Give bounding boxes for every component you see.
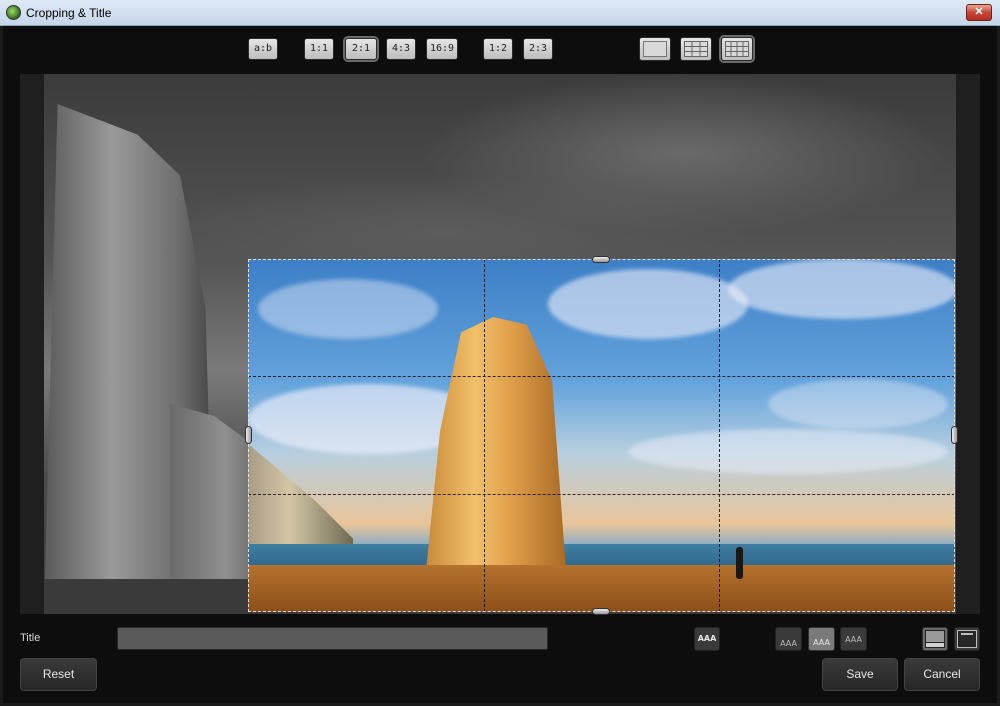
grid-line (248, 376, 955, 377)
grid-4x3-button[interactable] (721, 37, 753, 61)
title-below-icon (925, 630, 945, 648)
app-icon (6, 5, 21, 20)
text-position-bottom-button[interactable]: AAA (775, 627, 802, 651)
window-title: Cropping & Title (26, 6, 112, 20)
cloud (728, 259, 955, 319)
no-grid-button[interactable] (639, 37, 671, 61)
ratio-1-1-button[interactable]: 1:1 (304, 38, 334, 60)
text-style-button[interactable]: AAA (694, 627, 720, 651)
cloud (768, 379, 948, 429)
no-grid-icon (643, 41, 667, 57)
sea-stack-rock (426, 317, 566, 571)
ratio-16-9-button[interactable]: 16:9 (426, 38, 458, 60)
beach-sand (248, 565, 955, 612)
title-below-image-button[interactable] (922, 627, 948, 651)
reset-button[interactable]: Reset (20, 658, 97, 691)
cloud (628, 429, 948, 474)
grid-line (719, 259, 720, 612)
title-input[interactable] (117, 627, 548, 650)
grid-3x3-button[interactable] (680, 37, 712, 61)
title-overlay-icon (957, 630, 977, 648)
crop-handle-right[interactable] (951, 426, 958, 444)
crop-handle-top[interactable] (592, 256, 610, 263)
ratio-free-button[interactable]: a:b (248, 38, 278, 60)
cloud (258, 279, 438, 339)
ratio-2-1-button[interactable]: 2:1 (345, 38, 377, 60)
cancel-button[interactable]: Cancel (904, 658, 980, 691)
ratio-4-3-button[interactable]: 4:3 (386, 38, 416, 60)
close-button[interactable]: ✕ (966, 4, 992, 21)
title-overlay-button[interactable] (954, 627, 980, 651)
crop-handle-bottom[interactable] (592, 608, 610, 615)
window-titlebar: Cropping & Title ✕ (0, 0, 1000, 26)
text-position-top-button[interactable]: AAA (840, 627, 867, 651)
grid-3x3-icon (684, 41, 708, 57)
title-label: Title (20, 632, 41, 644)
grid-line (484, 259, 485, 612)
crop-handle-left[interactable] (245, 426, 252, 444)
ratio-1-2-button[interactable]: 1:2 (483, 38, 513, 60)
cloud (548, 269, 748, 339)
people-silhouette (736, 547, 743, 579)
text-position-center-button[interactable]: AAA (808, 627, 835, 651)
ratio-2-3-button[interactable]: 2:3 (523, 38, 553, 60)
headland (248, 444, 353, 549)
grid-line (248, 494, 955, 495)
crop-selection[interactable] (248, 259, 955, 612)
grid-4x3-icon (725, 41, 749, 57)
save-button[interactable]: Save (822, 658, 898, 691)
